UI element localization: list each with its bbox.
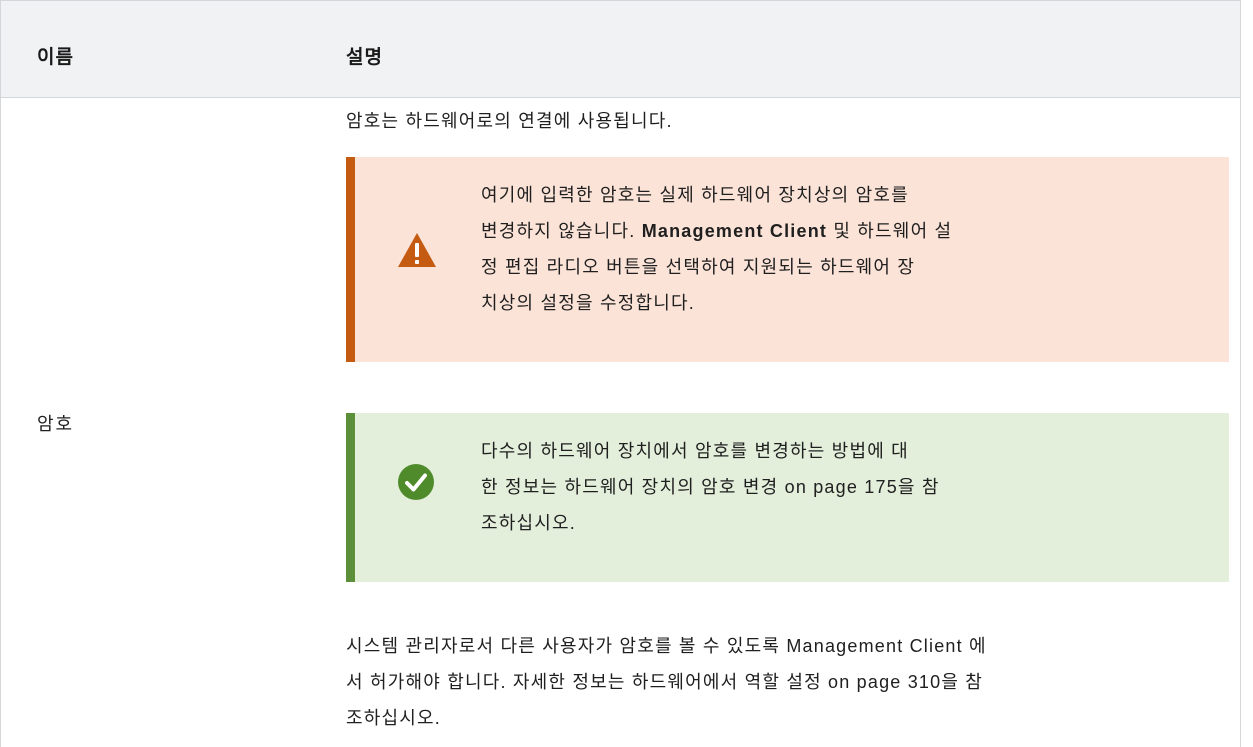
warning-text: 여기에 입력한 암호는 실제 하드웨어 장치상의 암호를 변경하지 않습니다. …	[481, 177, 1121, 321]
intro-text: 암호는 하드웨어로의 연결에 사용됩니다.	[346, 111, 673, 131]
tip-line-1: 다수의 하드웨어 장치에서 암호를 변경하는 방법에 대	[481, 441, 909, 461]
warning-line-2-prefix: 변경하지 않습니다.	[481, 221, 642, 241]
management-client-bold: Management Client	[641, 221, 828, 241]
table-header: 이름 설명	[1, 1, 1240, 98]
column-header-description: 설명	[346, 47, 383, 68]
tip-line-3: 조하십시오.	[481, 513, 577, 533]
outro-line-3: 조하십시오.	[346, 708, 442, 728]
warning-callout: 여기에 입력한 암호는 실제 하드웨어 장치상의 암호를 변경하지 않습니다. …	[346, 157, 1229, 362]
properties-table: 이름 설명 암호 암호는 하드웨어로의 연결에 사용됩니다. 여기에 입력한 암…	[0, 0, 1241, 747]
warning-line-1: 여기에 입력한 암호는 실제 하드웨어 장치상의 암호를	[481, 185, 909, 205]
tip-line-2[interactable]: 한 정보는 하드웨어 장치의 암호 변경 on page 175을 참	[481, 469, 1121, 505]
outro-text: 시스템 관리자로서 다른 사용자가 암호를 볼 수 있도록 Management…	[346, 628, 1226, 736]
outro-line-2[interactable]: 서 허가해야 합니다. 자세한 정보는 하드웨어에서 역할 설정 on page…	[346, 664, 1226, 700]
column-header-name: 이름	[37, 47, 74, 68]
warning-line-4: 치상의 설정을 수정합니다.	[481, 293, 695, 313]
outro-line-1: 시스템 관리자로서 다른 사용자가 암호를 볼 수 있도록 Management…	[346, 636, 987, 656]
check-circle-icon	[398, 464, 434, 500]
warning-line-3: 정 편집 라디오 버튼을 선택하여 지원되는 하드웨어 장	[481, 257, 916, 277]
tip-text: 다수의 하드웨어 장치에서 암호를 변경하는 방법에 대 한 정보는 하드웨어 …	[481, 433, 1121, 541]
warning-triangle-icon	[398, 233, 436, 267]
warning-line-2: 변경하지 않습니다. Management Client 및 하드웨어 설	[481, 213, 1121, 249]
tip-callout: 다수의 하드웨어 장치에서 암호를 변경하는 방법에 대 한 정보는 하드웨어 …	[346, 413, 1229, 582]
warning-line-2-suffix: 및 하드웨어 설	[827, 221, 953, 241]
row-name-password: 암호	[37, 414, 75, 434]
